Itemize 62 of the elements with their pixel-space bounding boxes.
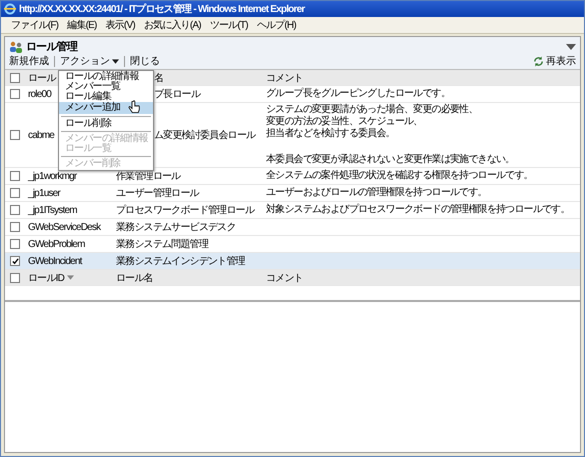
page-title: ロール管理: [26, 40, 78, 54]
table-cell: GWebIncident: [28, 256, 82, 266]
menu-item[interactable]: メンバー追加: [59, 102, 153, 114]
table-cell: _jp1ITsystem: [28, 204, 77, 216]
table-cell: 業務システムインシデント管理: [116, 256, 245, 267]
table-cell: GWebProblem: [28, 238, 85, 250]
table-cell-text: システムの変更要請があった場合、変更の必要性、 変更の方法の妥当性、スケジュール、 担当者などを検討する委員会。: [266, 103, 479, 141]
checkbox[interactable]: [10, 188, 20, 198]
toolbar-button[interactable]: 閉じる: [128, 54, 162, 68]
table-cell: 作業管理ロール: [116, 171, 180, 182]
hand-cursor-icon: [128, 100, 140, 114]
table-cell-text: グループ長をグルーピングしたロールです。: [266, 87, 452, 101]
table-cell: プロセスワークボード管理ロール: [116, 205, 254, 216]
checkbox[interactable]: [10, 256, 20, 266]
table-cell: GWebServiceDesk: [28, 222, 100, 232]
table-cell-text: 対象システムおよびプロセスワークボードの管理権限を持つロールです。: [266, 203, 571, 217]
menu-item[interactable]: ヘルプ(H): [256, 18, 296, 32]
menu-item[interactable]: 表示(V): [106, 18, 135, 32]
menu-item[interactable]: ツール(T): [210, 18, 248, 32]
column-header[interactable]: ロール名: [116, 272, 153, 284]
menu-item[interactable]: ファイル(F): [11, 18, 58, 32]
caret-icon: [112, 58, 119, 64]
checkbox[interactable]: [10, 239, 20, 249]
table-cell: cabme: [28, 130, 54, 140]
column-header[interactable]: コメント: [266, 272, 303, 284]
menu-item[interactable]: ロールの詳細情報: [59, 72, 153, 82]
column-header[interactable]: コメント: [266, 72, 303, 84]
checkbox[interactable]: [10, 205, 20, 215]
table-cell: ユーザー管理ロール: [116, 188, 199, 199]
menu-item[interactable]: ロール削除: [59, 119, 153, 129]
checkbox[interactable]: [10, 89, 20, 99]
column-header[interactable]: ロールID: [28, 270, 64, 284]
table-cell: 業務システム問題管理: [116, 239, 208, 250]
refresh-button[interactable]: 再表示: [531, 54, 578, 68]
table-cell: _jp1workmgr: [28, 170, 76, 182]
table-cell-text: 全システムの案件処理の状況を確認する権限を持つロールです。: [266, 169, 534, 183]
menu-item[interactable]: メンバー一覧: [59, 82, 153, 92]
toolbar-button[interactable]: アクション: [58, 54, 121, 68]
table-cell-text: ユーザーおよびロールの管理権限を持つロールです。: [266, 186, 488, 200]
checkbox[interactable]: [10, 130, 20, 140]
table-cell: _jp1user: [28, 188, 60, 198]
table-cell: role00: [28, 88, 51, 100]
table-cell-text: 本委員会で変更が承認されないと変更作業は実施できない。: [266, 153, 516, 167]
checkbox[interactable]: [10, 72, 20, 82]
checkbox[interactable]: [10, 272, 20, 282]
column-header[interactable]: 名: [154, 72, 164, 84]
column-header[interactable]: ロール: [28, 70, 56, 84]
checkbox[interactable]: [10, 222, 20, 232]
menu-item[interactable]: お気に入り(A): [144, 18, 201, 32]
refresh-icon: [533, 56, 544, 66]
table-cell: 業務システムサービスデスク: [116, 222, 236, 233]
table-cell: ブ長ロール: [154, 89, 200, 100]
table-cell: ム変更検討委員会ロール: [154, 130, 256, 141]
browser-logo-icon: [4, 3, 16, 15]
checkbox[interactable]: [10, 171, 20, 181]
menu-item[interactable]: ロール編集: [59, 92, 153, 102]
sort-arrow-icon[interactable]: [67, 275, 74, 280]
toolbar-button[interactable]: 新規作成: [7, 54, 51, 68]
window-title: http://XX.XX.XX.XX:24401/ - ITプロセス管理 - Windows Internet Explorer: [19, 2, 304, 16]
users-icon: [9, 40, 23, 52]
dropdown-arrow-icon[interactable]: [566, 44, 576, 50]
menu-item[interactable]: 編集(E): [67, 18, 97, 32]
